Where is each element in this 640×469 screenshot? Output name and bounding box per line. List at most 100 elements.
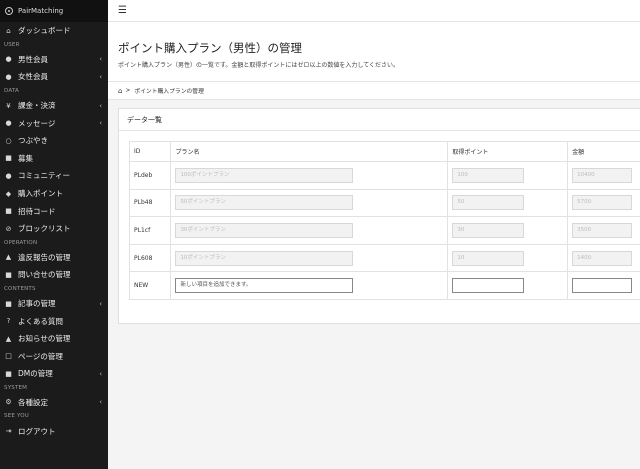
chevron-left-icon: ‹ [99, 299, 102, 308]
sidebar-item-label: ページの管理 [18, 351, 63, 361]
logout-icon: ⇥ [5, 427, 12, 436]
sidebar-section-label: CONTENTS [4, 285, 36, 292]
hamburger-menu-icon[interactable]: ☰ [118, 5, 127, 16]
sidebar-item-label: 購入ポイント [18, 189, 63, 199]
column-header-points: 取得ポイント [447, 141, 569, 162]
price-input[interactable]: 5700 [572, 195, 633, 211]
sidebar-item-label: コミュニティー [18, 171, 71, 181]
sidebar-item-label: 課金・決済 [18, 101, 56, 111]
yen-icon: ¥ [6, 101, 11, 110]
price-input[interactable]: 1400 [572, 250, 633, 266]
sidebar-item[interactable]: ● 女性会員 ‹ [0, 68, 108, 86]
sidebar-item[interactable]: ▲ 違反報告の管理 [0, 249, 108, 267]
sidebar-item[interactable]: ■ 募集 [0, 150, 108, 168]
sidebar-item[interactable]: ⚙ 各種設定 ‹ [0, 394, 108, 412]
sidebar-item-label: 違反報告の管理 [18, 252, 71, 262]
page-title: ポイント購入プラン（男性）の管理 [118, 41, 302, 55]
community-icon: ● [5, 171, 12, 180]
sidebar-item[interactable]: □ ページの管理 [0, 348, 108, 366]
column-header-price: 金額 [567, 141, 640, 162]
tweet-icon: ○ [5, 136, 12, 145]
table-row: PLdeb 100ポイントプラン 100 10400 [128, 161, 640, 190]
chevron-left-icon: ‹ [99, 119, 102, 128]
price-input[interactable]: 10400 [572, 167, 633, 183]
row-id: PL608 [128, 243, 172, 273]
row-id: PL1cf [128, 216, 172, 245]
sidebar-item[interactable]: ■ 問い合せの管理 [0, 266, 108, 284]
dashboard-icon: ⌂ [6, 26, 11, 35]
points-input[interactable]: 30 [452, 222, 525, 238]
points-input[interactable]: 100 [452, 167, 525, 183]
table-row: PL608 10ポイントプラン 10 1400 [128, 243, 640, 273]
column-header-id: ID [128, 141, 172, 162]
faq-icon: ? [6, 317, 11, 326]
sidebar-item-label: 男性会員 [18, 54, 48, 64]
sidebar-item-label: つぶやき [18, 136, 48, 146]
sidebar-section-label: USER [4, 41, 20, 48]
sidebar-item[interactable]: ▲ お知らせの管理 [0, 330, 108, 348]
sidebar-item[interactable]: ○ つぶやき [0, 132, 108, 150]
sidebar-item-label: 招待コード [18, 206, 56, 216]
sidebar-section-label: DATA [4, 87, 19, 94]
data-list-card: データ一覧 ID プラン名 取得ポイント 金額 PLdeb 100ポイントプラン… [118, 108, 640, 324]
card-title: データ一覧 [119, 109, 640, 131]
home-icon[interactable]: ⌂ [118, 87, 122, 95]
sidebar-item[interactable]: ⌂ ダッシュボード [0, 22, 108, 40]
brand-name: PairMatching [18, 7, 64, 15]
price-input[interactable]: 3500 [572, 222, 633, 238]
sidebar-item[interactable]: ■ 記事の管理 ‹ [0, 295, 108, 313]
sidebar-item[interactable]: ● コミュニティー [0, 167, 108, 185]
sidebar-item[interactable]: ? よくある質問 [0, 312, 108, 330]
male-user-icon: ● [5, 55, 12, 64]
sidebar-item-label: ブロックリスト [18, 224, 71, 234]
new-plan-name-input[interactable]: 新しい項目を追加できます。 [175, 278, 354, 294]
page-description: ポイント購入プラン（男性）の一覧です。金額と取得ポイントにはゼロ以上の数値を入力… [118, 62, 400, 69]
sidebar-item-label: ダッシュボード [18, 26, 71, 36]
chevron-left-icon: ‹ [99, 55, 102, 64]
sidebar-item[interactable]: ● メッセージ ‹ [0, 114, 108, 132]
column-header-plan-name: プラン名 [170, 141, 449, 162]
chevron-left-icon: ‹ [99, 72, 102, 81]
sidebar-item-label: 女性会員 [18, 72, 48, 82]
page-icon: □ [5, 352, 12, 361]
sidebar-item[interactable]: ■ DMの管理 ‹ [0, 365, 108, 383]
plan-name-input[interactable]: 30ポイントプラン [175, 222, 354, 238]
sidebar-item[interactable]: ⊘ ブロックリスト [0, 220, 108, 238]
chevron-left-icon: ‹ [99, 398, 102, 407]
sidebar-item-label: 各種設定 [18, 397, 48, 407]
plan-name-input[interactable]: 100ポイントプラン [175, 167, 354, 183]
block-list-icon: ⊘ [5, 224, 12, 233]
sidebar-item[interactable]: ■ 招待コード [0, 202, 108, 220]
new-price-input[interactable] [572, 278, 633, 294]
sidebar-section-label: OPERATION [4, 239, 38, 246]
row-id: PLdeb [128, 161, 172, 190]
sidebar-item-label: メッセージ [18, 118, 56, 128]
table-row: PL1cf 30ポイントプラン 30 3500 [128, 216, 640, 245]
topbar: ☰ [108, 0, 640, 22]
points-input[interactable]: 50 [452, 195, 525, 211]
sidebar-item[interactable]: ◆ 購入ポイント [0, 185, 108, 203]
plan-name-input[interactable]: 50ポイントプラン [175, 195, 354, 211]
row-id: PLb48 [128, 188, 172, 218]
new-points-input[interactable] [452, 278, 525, 294]
plan-name-input[interactable]: 10ポイントプラン [175, 250, 354, 266]
sidebar-item-label: ログアウト [18, 426, 56, 436]
chevron-left-icon: ‹ [99, 101, 102, 110]
dm-icon: ■ [5, 369, 12, 378]
sidebar-item[interactable]: ⇥ ログアウト [0, 422, 108, 440]
sidebar-item-label: お知らせの管理 [18, 334, 71, 344]
female-user-icon: ● [5, 72, 12, 81]
inquiry-icon: ■ [5, 270, 12, 279]
brand[interactable]: PairMatching [0, 0, 108, 22]
breadcrumb: ⌂ > ポイント購入プランの管理 [108, 82, 640, 100]
gear-icon: ⚙ [5, 398, 12, 407]
sidebar-nav: ⌂ ダッシュボード USER ● 男性会員 ‹ ● 女性会員 ‹ DATA ¥ 課金・決済 ‹ ● メッセー… [0, 22, 108, 440]
points-input[interactable]: 10 [452, 250, 525, 266]
sidebar-item[interactable]: ¥ 課金・決済 ‹ [0, 97, 108, 115]
sidebar-item[interactable]: ● 男性会員 ‹ [0, 51, 108, 69]
sidebar-item-label: 記事の管理 [18, 299, 56, 309]
new-row: NEW 新しい項目を追加できます。 [128, 271, 640, 300]
sidebar: PairMatching ⌂ ダッシュボード USER ● 男性会員 ‹ ● 女性会員 ‹ DAT… [0, 0, 108, 469]
sidebar-item-label: 募集 [18, 153, 33, 163]
brand-logo-icon [5, 7, 13, 15]
